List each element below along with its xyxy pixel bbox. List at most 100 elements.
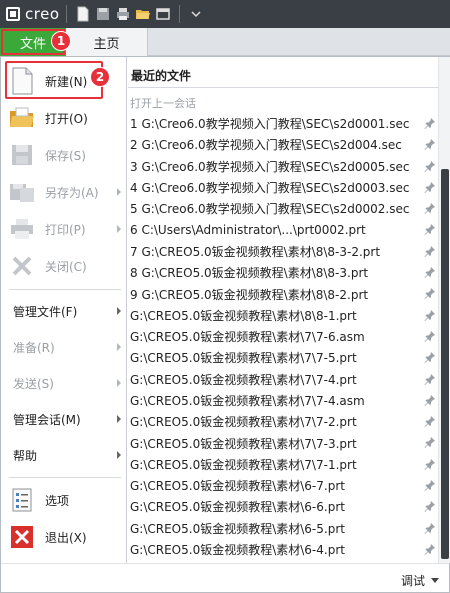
recent-file-item[interactable]: G:\CREO5.0钣金视频教程\素材\7\7-1.prt xyxy=(128,454,438,475)
pin-icon[interactable] xyxy=(424,117,436,129)
recent-file-item[interactable]: G:\CREO5.0钣金视频教程\素材\6-7.prt xyxy=(128,475,438,496)
submenu-arrow-icon xyxy=(117,225,121,233)
exit-button[interactable]: 退出(X) xyxy=(5,519,125,555)
recent-file-item[interactable]: G:\CREO5.0钣金视频教程\素材\7\7-2.prt xyxy=(128,411,438,432)
open-folder-icon xyxy=(7,103,37,133)
close-button[interactable]: 关闭(C) xyxy=(5,248,125,284)
pin-icon[interactable] xyxy=(424,245,436,257)
customize-dropdown-icon[interactable] xyxy=(186,4,206,24)
recent-file-item[interactable]: G:\CREO5.0钣金视频教程\素材\8\8-1.prt xyxy=(128,305,438,326)
manage-file-menu[interactable]: 管理文件(F) xyxy=(13,298,125,324)
recent-file-item[interactable]: G:\CREO5.0钣金视频教程\素材\7\7-4.asm xyxy=(128,390,438,411)
recent-file-path: 5 G:\Creo6.0教学视频入门教程\SEC\s2d0002.sec xyxy=(130,202,410,217)
close-label: 关闭(C) xyxy=(45,259,87,274)
recent-file-item[interactable]: 8 G:\CREO5.0钣金视频教程\素材\8\8-3.prt xyxy=(128,262,438,283)
recent-file-item[interactable]: G:\CREO5.0钣金视频教程\素材\7\7-5.prt xyxy=(128,347,438,368)
options-icon xyxy=(7,485,37,515)
open-folder-icon[interactable] xyxy=(133,4,153,24)
step-badge-2: 2 xyxy=(90,67,110,87)
recent-file-item[interactable]: G:\CREO5.0钣金视频教程\素材\6-5.prt xyxy=(128,518,438,539)
menu-separator xyxy=(9,477,121,478)
open-button[interactable]: 打开(O) xyxy=(5,100,125,136)
print-button[interactable]: 打印(P) xyxy=(5,211,125,247)
options-button[interactable]: 选项 xyxy=(5,482,125,518)
recent-file-path: 4 G:\Creo6.0教学视频入门教程\SEC\s2d0003.sec xyxy=(130,181,410,196)
submenu-arrow-icon xyxy=(117,188,121,196)
pin-icon[interactable] xyxy=(424,436,436,449)
manage-session-menu[interactable]: 管理会话(M) xyxy=(13,406,125,432)
creo-logo-text: creo xyxy=(25,5,60,23)
window-icon[interactable] xyxy=(153,4,173,24)
recent-file-item[interactable]: G:\CREO5.0钣金视频教程\素材\7\7-4.prt xyxy=(128,369,438,390)
pin-icon[interactable] xyxy=(424,500,436,513)
recent-file-path: G:\CREO5.0钣金视频教程\素材\6-5.prt xyxy=(130,521,345,536)
pin-icon[interactable] xyxy=(424,181,436,193)
help-menu[interactable]: 帮助 xyxy=(13,442,125,468)
pin-icon[interactable] xyxy=(424,394,436,406)
recent-file-item[interactable]: G:\CREO5.0钣金视频教程\素材\7\7-6.asm xyxy=(128,326,438,347)
chevron-down-icon xyxy=(431,578,439,583)
open-last-session-link[interactable]: 打开上一会话 xyxy=(130,95,196,111)
menu-separator xyxy=(9,289,121,290)
recent-file-item[interactable]: G:\CREO5.0钣金视频教程\素材\6-6.prt xyxy=(128,496,438,517)
pin-icon[interactable] xyxy=(424,287,436,300)
pin-icon[interactable] xyxy=(424,543,436,555)
recent-files-pane: 最近的文件 打开上一会话 1 G:\Creo6.0教学视频入门教程\SEC\s2… xyxy=(128,57,438,563)
print-icon[interactable] xyxy=(113,4,133,24)
pin-icon[interactable] xyxy=(424,138,436,151)
open-label: 打开(O) xyxy=(45,111,88,126)
save-as-button[interactable]: 另存为(A) xyxy=(5,174,125,210)
pin-icon[interactable] xyxy=(424,479,436,492)
pin-icon[interactable] xyxy=(424,458,436,470)
submenu-arrow-icon xyxy=(117,415,121,423)
step-badge-1: 1 xyxy=(51,31,71,51)
recent-file-path: G:\CREO5.0钣金视频教程\素材\6-4.prt xyxy=(130,543,345,558)
send-label: 发送(S) xyxy=(13,376,54,391)
tab-home[interactable]: 主页 xyxy=(66,28,148,56)
pin-icon[interactable] xyxy=(424,351,436,364)
send-menu[interactable]: 发送(S) xyxy=(13,370,125,396)
debug-dropdown[interactable]: 调试 xyxy=(401,572,439,589)
recent-file-path: 8 G:\CREO5.0钣金视频教程\素材\8\8-3.prt xyxy=(130,266,369,281)
recent-file-item[interactable]: 1 G:\Creo6.0教学视频入门教程\SEC\s2d0001.sec xyxy=(128,113,438,134)
creo-logo-icon xyxy=(6,7,20,21)
pin-icon[interactable] xyxy=(424,266,436,279)
recent-file-item[interactable]: 3 G:\Creo6.0教学视频入门教程\SEC\s2d0005.sec xyxy=(128,156,438,177)
pin-icon[interactable] xyxy=(424,223,436,236)
pin-icon[interactable] xyxy=(424,202,436,215)
recent-file-item[interactable]: 5 G:\Creo6.0教学视频入门教程\SEC\s2d0002.sec xyxy=(128,198,438,219)
recent-file-item[interactable]: G:\CREO5.0钣金视频教程\素材\6-4.prt xyxy=(128,539,438,560)
file-menu-panel: 新建(N) 打开(O) 保存(S) 另存为(A) 打印(P) 关闭(C) 管理文… xyxy=(0,56,450,593)
recent-file-path: G:\CREO5.0钣金视频教程\素材\7\7-6.asm xyxy=(130,330,365,345)
debug-label: 调试 xyxy=(400,574,425,588)
recent-file-path: G:\CREO5.0钣金视频教程\素材\7\7-2.prt xyxy=(130,415,357,430)
recent-file-item[interactable]: 4 G:\Creo6.0教学视频入门教程\SEC\s2d0003.sec xyxy=(128,177,438,198)
print-label: 打印(P) xyxy=(45,222,86,237)
pin-icon[interactable] xyxy=(424,309,436,321)
pin-icon[interactable] xyxy=(424,330,436,342)
recent-file-item[interactable]: 6 C:\Users\Administrator\...\prt0002.prt xyxy=(128,219,438,240)
recent-files-scrollbar[interactable] xyxy=(438,57,450,563)
recent-file-path: G:\CREO5.0钣金视频教程\素材\7\7-3.prt xyxy=(130,436,357,451)
save-button[interactable]: 保存(S) xyxy=(5,137,125,173)
pin-icon[interactable] xyxy=(424,415,436,428)
manage-file-label: 管理文件(F) xyxy=(13,304,78,319)
recent-file-item[interactable]: G:\CREO5.0钣金视频教程\素材\7\7-3.prt xyxy=(128,432,438,453)
recent-file-item[interactable]: 2 G:\Creo6.0教学视频入门教程\SEC\s2d004.sec xyxy=(128,134,438,155)
close-icon xyxy=(7,251,37,281)
recent-file-item[interactable]: 7 G:\CREO5.0钣金视频教程\素材\8\8-3-2.prt xyxy=(128,241,438,262)
scrollbar-thumb[interactable] xyxy=(441,169,449,559)
pin-icon[interactable] xyxy=(424,522,436,534)
pin-icon[interactable] xyxy=(424,160,436,172)
recent-file-item[interactable]: 9 G:\CREO5.0钣金视频教程\素材\8\8-2.prt xyxy=(128,283,438,304)
new-document-icon[interactable] xyxy=(73,4,93,24)
title-bar: creo xyxy=(0,0,450,28)
submenu-arrow-icon xyxy=(117,379,121,387)
toolbar-separator xyxy=(65,5,67,23)
exit-label: 退出(X) xyxy=(45,530,87,545)
save-icon[interactable] xyxy=(93,4,113,24)
prepare-menu[interactable]: 准备(R) xyxy=(13,334,125,360)
recent-file-path: 9 G:\CREO5.0钣金视频教程\素材\8\8-2.prt xyxy=(130,287,369,302)
pin-icon[interactable] xyxy=(424,373,436,385)
submenu-arrow-icon xyxy=(117,451,121,459)
